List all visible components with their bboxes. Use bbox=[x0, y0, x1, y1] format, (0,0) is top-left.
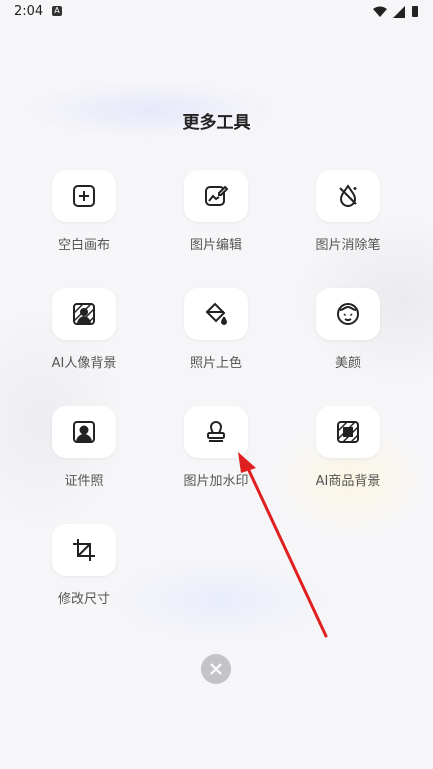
annotation-arrow bbox=[238, 452, 328, 638]
